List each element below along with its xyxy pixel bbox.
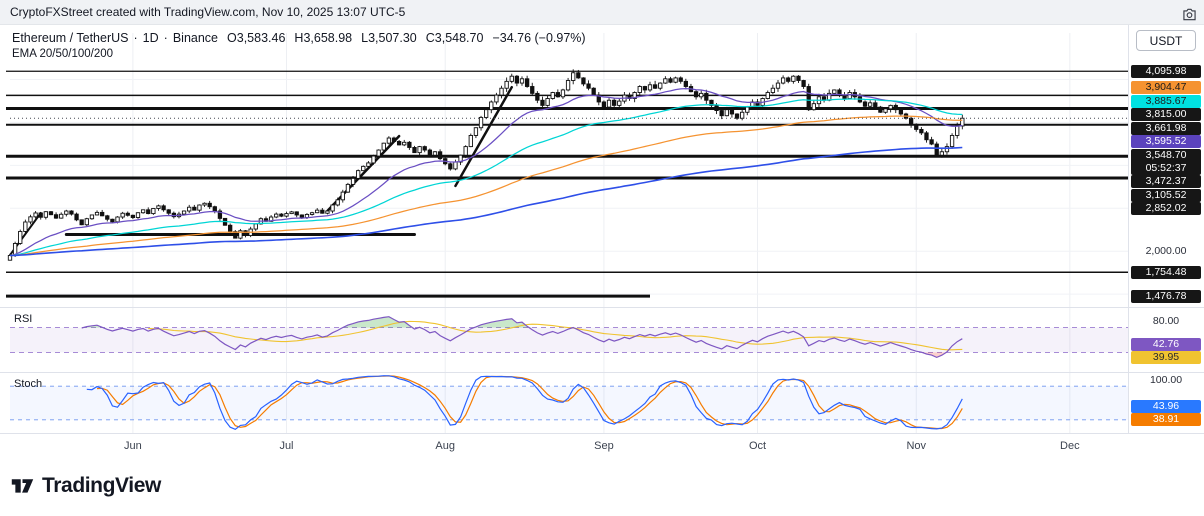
price-label: 3,472.37: [1131, 175, 1201, 189]
time-axis[interactable]: Jun Jul Aug Sep Oct Nov Dec: [0, 433, 1128, 458]
rsi-oversold-fill: [81, 352, 963, 358]
tradingview-logo[interactable]: TradingView: [10, 473, 161, 498]
tradingview-mark-icon: [11, 479, 34, 493]
price-label: 3,105.52: [1131, 188, 1201, 202]
change-value: −34.76 (−0.97%): [492, 31, 586, 45]
open-value: 3,583.46: [236, 31, 286, 45]
time-label-sep: Sep: [594, 440, 614, 452]
attribution-brand: CryptoFXStreet: [10, 5, 93, 19]
price-label: 1,754.48: [1131, 265, 1201, 279]
candles-up: [7, 72, 965, 261]
stoch-axis-tick: 100.00: [1149, 374, 1183, 386]
tradingview-wordmark: TradingView: [42, 473, 161, 497]
exchange-label[interactable]: Binance: [173, 31, 218, 45]
rsi-pane-title[interactable]: RSI: [14, 313, 32, 325]
separator-dot: ·: [133, 31, 138, 45]
axis-tick-label: 2,000.00: [1145, 244, 1187, 257]
rsi-value-label: 39.95: [1131, 351, 1201, 365]
price-label: 3,904.47: [1131, 81, 1201, 95]
price-label: 2,852.02: [1131, 202, 1201, 216]
price-label: 4,095.98: [1131, 64, 1201, 78]
currency-button[interactable]: USDT: [1136, 30, 1196, 51]
price-axis[interactable]: 4,095.98 3,904.47 3,885.67 3,815.00 3,661.98…: [1128, 25, 1204, 433]
stoch-pane-title[interactable]: Stoch: [14, 378, 42, 390]
trend-lines[interactable]: [9, 85, 514, 257]
chart-canvas[interactable]: [0, 25, 1204, 458]
close-value: 3,548.70: [434, 31, 484, 45]
rsi-axis-tick: 80.00: [1152, 314, 1180, 327]
low-value: 3,507.30: [368, 31, 417, 45]
price-label: 3,885.67: [1131, 94, 1201, 108]
open-label: O: [227, 31, 237, 45]
low-group: L3,507.30: [361, 31, 417, 45]
stoch-value-label: 43.96: [1131, 399, 1201, 413]
symbol-legend: Ethereum / TetherUS · 1D · Binance O3,583.46 H…: [12, 31, 586, 45]
time-label-nov: Nov: [906, 440, 927, 452]
current-price-label: 3,548.70 05:52:37: [1131, 148, 1201, 175]
high-value: 3,658.98: [303, 31, 353, 45]
price-label: 3,595.52: [1131, 135, 1201, 149]
price-label: 3,815.00: [1131, 108, 1201, 122]
price-label: 3,661.98: [1131, 121, 1201, 135]
time-label-dec: Dec: [1060, 440, 1080, 452]
time-label-jun: Jun: [124, 440, 142, 452]
open-group: O3,583.46: [227, 31, 285, 45]
close-label: C: [425, 31, 435, 45]
time-label-oct: Oct: [748, 440, 767, 452]
price-label: 1,476.78: [1131, 289, 1201, 303]
attribution-bar: CryptoFXStreet created with TradingView.…: [0, 0, 1204, 25]
attribution-text: created with TradingView.com, Nov 10, 20…: [92, 5, 406, 19]
interval-label[interactable]: 1D: [143, 31, 159, 45]
separator-dot: ·: [163, 31, 168, 45]
countdown-label: 05:52:37: [1145, 161, 1187, 174]
stoch-value-label: 38.91: [1131, 413, 1201, 427]
rsi-value-label: 42.76: [1131, 337, 1201, 351]
symbol-name[interactable]: Ethereum / TetherUS: [12, 31, 129, 45]
gridlines: [0, 25, 1204, 434]
horizontal-price-lines[interactable]: [6, 70, 1128, 298]
time-label-aug: Aug: [435, 440, 455, 452]
close-group: C3,548.70: [426, 31, 484, 45]
high-group: H3,658.98: [294, 31, 352, 45]
ema-legend[interactable]: EMA 20/50/100/200: [12, 48, 113, 60]
tradingview-snapshot: CryptoFXStreet created with TradingView.…: [0, 0, 1204, 516]
chart-area: Ethereum / TetherUS · 1D · Binance O3,583.46 H…: [0, 25, 1204, 458]
time-label-jul: Jul: [279, 440, 294, 452]
footer: TradingView: [0, 458, 1204, 516]
